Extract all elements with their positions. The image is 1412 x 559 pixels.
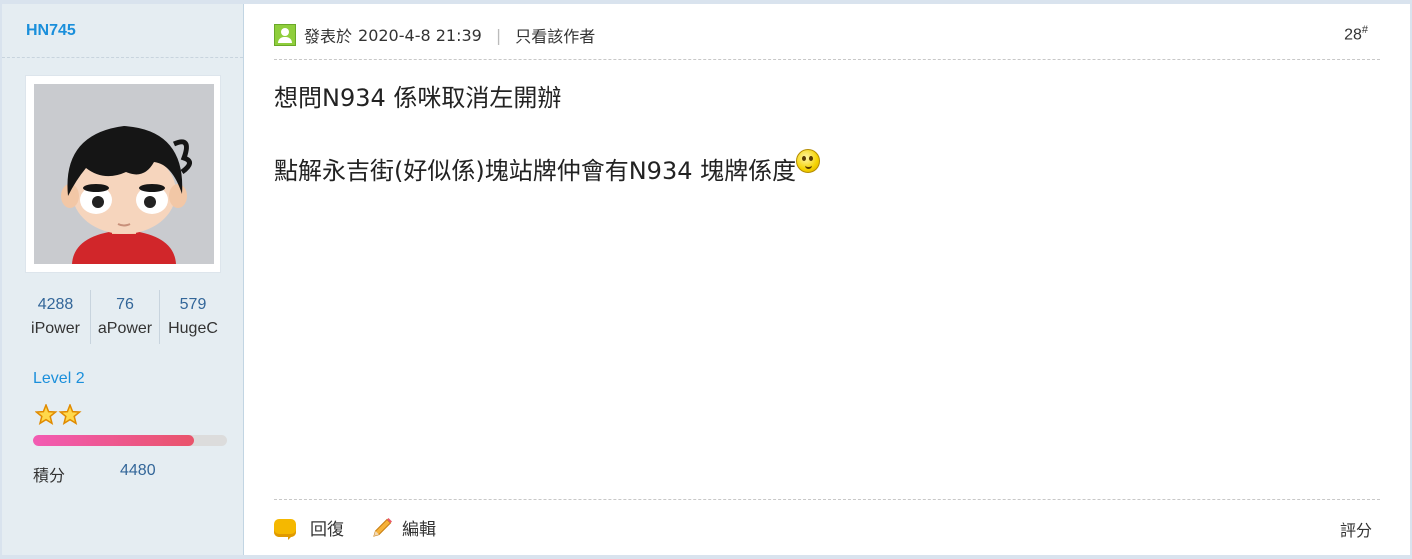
stat-ipower[interactable]: 4288 iPower bbox=[22, 290, 89, 344]
online-user-icon bbox=[274, 24, 296, 46]
avatar-illustration bbox=[34, 84, 214, 264]
sidebar-divider bbox=[2, 57, 243, 58]
author-only-link[interactable]: 只看該作者 bbox=[515, 23, 595, 47]
post-timestamp: 2020-4-8 21:39 bbox=[358, 25, 482, 45]
stat-label: iPower bbox=[31, 320, 80, 337]
post-line: 點解永吉街(好似係)塊站牌仲會有N934 塊牌係度 bbox=[274, 157, 797, 185]
stat-value: 579 bbox=[179, 296, 207, 313]
header-divider bbox=[274, 59, 1380, 60]
forum-post: HN745 4288 iPower 76 aPower 579 HugeC Le… bbox=[0, 0, 1412, 559]
footer-divider bbox=[274, 499, 1380, 500]
stat-value: 76 bbox=[116, 296, 134, 313]
floor-number: 28 bbox=[1344, 26, 1362, 44]
smiley-icon bbox=[796, 149, 821, 173]
post-meta: 發表於 2020-4-8 21:39 | 只看該作者 bbox=[274, 22, 595, 48]
stat-apower[interactable]: 76 aPower bbox=[90, 290, 160, 344]
floor-number-link[interactable]: 28# bbox=[1344, 24, 1368, 44]
meta-divider: | bbox=[495, 25, 502, 45]
user-stats: 4288 iPower 76 aPower 579 HugeC bbox=[22, 290, 227, 346]
post-line: 想問N934 係咪取消左開辦 bbox=[274, 84, 562, 112]
post-actions: 回復 編輯 bbox=[274, 515, 462, 540]
posted-prefix: 發表於 bbox=[304, 27, 353, 46]
star-icon-group bbox=[34, 402, 83, 431]
stat-value: 4288 bbox=[37, 296, 74, 313]
floor-mark: # bbox=[1361, 24, 1368, 36]
score-label: 積分 bbox=[33, 466, 66, 485]
score-value: 4480 bbox=[120, 462, 156, 479]
speech-bubble-icon bbox=[274, 518, 296, 540]
post-line-with-smiley: 點解永吉街(好似係)塊站牌仲會有N934 塊牌係度 bbox=[274, 149, 1374, 187]
username-link[interactable]: HN745 bbox=[26, 22, 76, 40]
level-progress-fill bbox=[33, 435, 195, 446]
edit-button[interactable]: 編輯 bbox=[370, 515, 436, 540]
user-sidebar: HN745 4288 iPower 76 aPower 579 HugeC Le… bbox=[2, 4, 244, 555]
avatar[interactable] bbox=[34, 84, 214, 264]
rate-button[interactable]: 評分 bbox=[1340, 517, 1372, 541]
level-progress-bar bbox=[33, 435, 227, 446]
level-star-icon bbox=[34, 402, 82, 426]
user-level-link[interactable]: Level 2 bbox=[33, 370, 85, 388]
pencil-icon bbox=[373, 517, 392, 537]
stat-label: HugeC bbox=[168, 320, 218, 337]
post-body: 發表於 2020-4-8 21:39 | 只看該作者 28# 想問N934 係咪… bbox=[244, 4, 1410, 555]
stat-hugec[interactable]: 579 HugeC bbox=[159, 290, 227, 344]
avatar-frame[interactable] bbox=[26, 76, 220, 272]
edit-label: 編輯 bbox=[402, 520, 436, 540]
reply-button[interactable]: 回復 bbox=[274, 515, 344, 540]
stat-label: aPower bbox=[97, 320, 153, 337]
post-content: 想問N934 係咪取消左開辦 點解永吉街(好似係)塊站牌仲會有N934 塊牌係度 bbox=[274, 82, 1374, 222]
reply-label: 回復 bbox=[310, 520, 344, 540]
